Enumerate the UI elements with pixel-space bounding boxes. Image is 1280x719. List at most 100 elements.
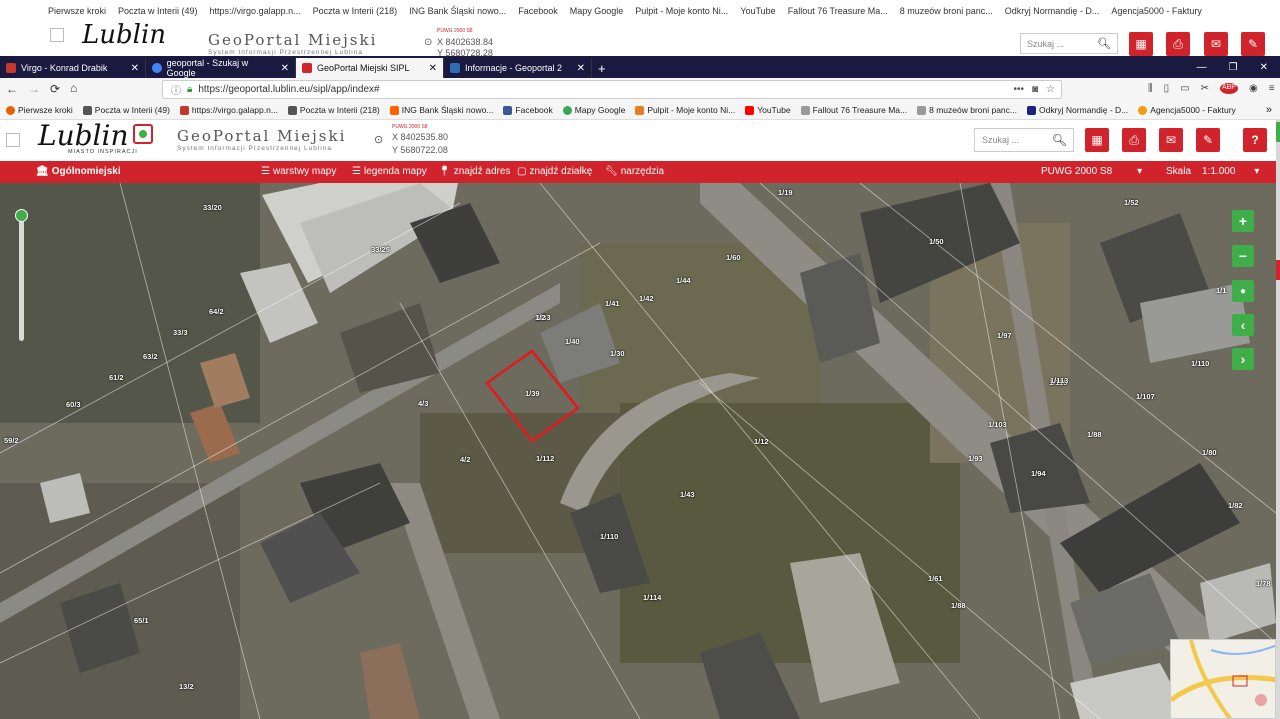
- close-icon[interactable]: ✕: [429, 63, 437, 74]
- bookmark-item[interactable]: Poczta w Interii (49): [82, 105, 170, 115]
- page-scrollbar[interactable]: [1276, 120, 1280, 719]
- parcel-label: 1/103: [988, 420, 1007, 429]
- mail-button[interactable]: ✉: [1159, 128, 1183, 152]
- overview-minimap[interactable]: [1170, 639, 1276, 719]
- bookmark-item[interactable]: Poczta w Interii (218): [287, 105, 380, 115]
- legend-menu[interactable]: ☰ legenda mapy: [352, 166, 427, 177]
- google-favicon: [152, 63, 162, 73]
- tab-label: Informacje - Geoportal 2: [465, 63, 563, 73]
- url-text: https://geoportal.lublin.eu/sipl/app/ind…: [198, 84, 380, 95]
- bookmark-label: Agencja5000 - Faktury: [1150, 105, 1236, 115]
- tab-google[interactable]: geoportal - Szukaj w Google ✕: [146, 58, 296, 78]
- parcel-label: 1/40: [565, 337, 580, 346]
- star-icon[interactable]: ☆: [1046, 84, 1055, 95]
- pocket-icon[interactable]: ◙: [1032, 84, 1038, 95]
- parcel-label: 1/80: [1202, 448, 1217, 457]
- tab-geoportal[interactable]: GeoPortal Miejski SIPL ✕: [296, 58, 444, 78]
- tab-informacje[interactable]: Informacje - Geoportal 2 ✕: [444, 58, 592, 78]
- help-button[interactable]: ?: [1243, 128, 1267, 152]
- close-icon[interactable]: ✕: [577, 63, 585, 74]
- restore-icon[interactable]: ❐: [1229, 62, 1238, 73]
- crs-select[interactable]: PUWG 2000 S8 ▾: [1041, 166, 1142, 177]
- parcel-label: 1/107: [1136, 392, 1155, 401]
- bookmark-item[interactable]: YouTube: [745, 105, 791, 115]
- edit-button[interactable]: ✎: [1196, 128, 1220, 152]
- map-view[interactable]: 33/20 33/25 64/2 33/3 63/2 61/2 60/3 59/…: [0, 183, 1276, 719]
- layers-menu[interactable]: ☰ warstwy mapy: [261, 166, 336, 177]
- bookmark-item[interactable]: Pulpit - Moje konto Ni...: [635, 105, 735, 115]
- bookmark-item[interactable]: Fallout 76 Treasure Ma...: [800, 105, 907, 115]
- print-button[interactable]: ⎙: [1122, 128, 1146, 152]
- url-bar[interactable]: ⓘ 🔒︎ https://geoportal.lublin.eu/sipl/ap…: [162, 80, 1062, 99]
- home-menu[interactable]: 🏛︎ Ogólnomiejski: [36, 166, 121, 177]
- bookmark-item[interactable]: Mapy Google: [562, 105, 625, 115]
- crs-value: PUWG 2000 S8: [1041, 166, 1113, 177]
- page-actions-icon[interactable]: •••: [1013, 84, 1024, 95]
- bookmark-item[interactable]: 8 muzeów broni panc...: [917, 105, 1017, 115]
- sidebar-icon[interactable]: ▯: [1164, 83, 1170, 94]
- zoom-slider-track[interactable]: [19, 211, 24, 341]
- ghost-bookmark: Poczta w Interii (49): [118, 6, 198, 16]
- home-icon[interactable]: ⌂: [70, 81, 77, 95]
- menu-label: narzędzia: [620, 166, 665, 177]
- ghost-print-button: ⎙: [1166, 32, 1190, 56]
- tab-virgo[interactable]: Virgo - Konrad Drabik ✕: [0, 58, 146, 78]
- zoom-slider-handle[interactable]: [15, 209, 28, 222]
- ghost-search-text: Szukaj ...: [1027, 39, 1065, 49]
- bookmark-item[interactable]: https://virgo.galapp.n...: [179, 105, 278, 115]
- tools-menu[interactable]: 🔧︎ narzędzia: [605, 166, 664, 177]
- pan-right-button[interactable]: ›: [1232, 348, 1254, 370]
- close-icon[interactable]: ✕: [131, 63, 139, 74]
- bookmark-item[interactable]: Facebook: [503, 105, 553, 115]
- adblock-icon[interactable]: ABP: [1219, 83, 1238, 94]
- parcel-label: 1/110: [600, 532, 619, 541]
- tab-label: geoportal - Szukaj w Google: [166, 58, 249, 78]
- bookmark-item[interactable]: Odkryj Normandię - D...: [1027, 105, 1128, 115]
- parcel-label: 1/50: [929, 237, 944, 246]
- menu-icon[interactable]: ≡: [1269, 83, 1275, 94]
- ghost-search: Szukaj ... 🔍︎: [1020, 33, 1118, 54]
- grid-button[interactable]: ▦: [1085, 128, 1109, 152]
- fallout-icon: [800, 105, 810, 115]
- interia-icon: [287, 105, 297, 115]
- scrollbar-thumb[interactable]: [1276, 122, 1280, 142]
- ghost-bookmark: Pierwsze kroki: [48, 6, 107, 16]
- parcel-label: 1/82: [1228, 501, 1243, 510]
- forward-icon[interactable]: →: [28, 82, 40, 96]
- virgo-favicon: [6, 63, 16, 73]
- search-icon[interactable]: 🔍︎: [1052, 133, 1067, 147]
- reload-icon[interactable]: ⟳: [50, 82, 60, 96]
- scale-label: Skala: [1166, 166, 1192, 177]
- bookmark-item[interactable]: ING Bank Śląski nowo...: [389, 105, 493, 115]
- close-icon[interactable]: ✕: [281, 63, 289, 74]
- search-input[interactable]: Szukaj ... 🔍︎: [974, 128, 1074, 152]
- pan-left-button[interactable]: ‹: [1232, 314, 1254, 336]
- scale-select[interactable]: Skala 1:1.000 ▾: [1166, 166, 1259, 177]
- reader-icon[interactable]: ▭: [1180, 83, 1189, 94]
- ghost-subtitle: System Informacji Przestrzennej Lublina: [208, 49, 363, 56]
- more-bookmarks-icon[interactable]: »: [1266, 104, 1280, 116]
- back-icon[interactable]: ←: [6, 82, 18, 96]
- bookmark-item[interactable]: Agencja5000 - Faktury: [1138, 105, 1236, 115]
- expand-icon[interactable]: [6, 133, 20, 147]
- bookmark-item[interactable]: Pierwsze kroki: [6, 105, 73, 115]
- ghost-icon: [50, 28, 64, 42]
- screenshot-icon[interactable]: ✂: [1201, 83, 1209, 94]
- lublin-logo[interactable]: Lublin: [38, 119, 129, 152]
- zoom-out-button[interactable]: −: [1232, 245, 1254, 267]
- ghost-logo: Lublin: [82, 20, 167, 50]
- find-address-menu[interactable]: 📍︎ znajdź adres: [438, 166, 510, 177]
- zoom-in-button[interactable]: +: [1232, 210, 1254, 232]
- chevron-down-icon: ▾: [1137, 166, 1143, 177]
- bookmark-label: 8 muzeów broni panc...: [929, 105, 1017, 115]
- parcel-icon: ▢: [517, 166, 527, 177]
- library-icon[interactable]: ⫼: [1148, 83, 1153, 94]
- locate-button[interactable]: ●: [1232, 280, 1254, 302]
- find-parcel-menu[interactable]: ▢ znajdź działkę: [517, 166, 592, 177]
- minimize-icon[interactable]: —: [1197, 62, 1207, 73]
- account-icon[interactable]: ◉: [1249, 83, 1258, 94]
- close-window-icon[interactable]: ✕: [1260, 62, 1268, 73]
- new-tab-button[interactable]: +: [592, 58, 612, 78]
- info-icon[interactable]: ⓘ: [171, 82, 181, 97]
- parcel-label: 33/20: [203, 203, 222, 212]
